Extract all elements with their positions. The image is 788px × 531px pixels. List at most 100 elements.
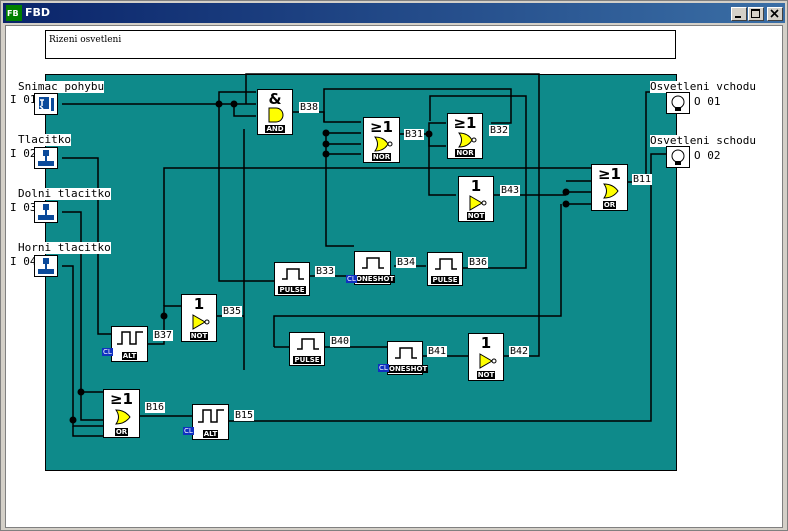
block-b37[interactable]: ALT	[111, 326, 148, 362]
input-i01[interactable]	[34, 93, 58, 115]
lamp-icon	[671, 95, 685, 111]
minimize-button[interactable]	[731, 7, 747, 21]
oneshot-icon	[362, 257, 384, 269]
block-label-b42: B42	[509, 346, 530, 357]
input-number-i02: I 02	[10, 147, 37, 160]
push-button-icon	[38, 204, 54, 220]
block-b34[interactable]: ONESHOT	[354, 251, 396, 285]
pulse-icon	[435, 258, 457, 270]
not-gate-icon	[192, 314, 210, 330]
or-gate-icon	[115, 409, 131, 425]
block-label-b40: B40	[330, 336, 351, 347]
output-q01[interactable]	[666, 92, 690, 114]
nor-gate-icon	[374, 136, 393, 152]
block-type: NOR	[371, 153, 392, 161]
output-q02[interactable]	[666, 146, 690, 168]
block-type: AND	[265, 125, 285, 133]
block-label-b31: B31	[404, 129, 425, 140]
input-label-i03: Dolni tlacitko	[18, 187, 111, 200]
block-type: PULSE	[293, 356, 321, 364]
block-label-b38: B38	[299, 102, 320, 113]
block-b33[interactable]: PULSE	[274, 262, 310, 296]
block-label-b36: B36	[468, 257, 489, 268]
block-label-b37: B37	[153, 330, 174, 341]
maximize-icon	[751, 9, 760, 18]
input-label-i01: Snimac pohybu	[18, 80, 105, 93]
input-i03[interactable]	[34, 201, 58, 223]
title-bar[interactable]: FB FBD	[3, 3, 785, 23]
cl-tag: CL	[102, 348, 113, 356]
block-b16[interactable]: ≥1 OR	[103, 389, 140, 438]
pulse-icon	[282, 268, 304, 280]
input-number-i04: I 04	[10, 255, 37, 268]
block-b40[interactable]: PULSE	[289, 332, 325, 366]
fbd-app-icon: FB	[6, 5, 22, 21]
not-symbol: 1	[480, 334, 492, 352]
maximize-button[interactable]	[748, 7, 764, 21]
nor-gate-icon	[458, 132, 477, 148]
input-i02[interactable]	[34, 147, 58, 169]
input-label-i04: Horni tlacitko	[18, 241, 111, 254]
block-b32[interactable]: ≥1 NOR	[447, 113, 483, 159]
lamp-icon	[671, 149, 685, 165]
nor-symbol: ≥1	[453, 114, 477, 132]
or-symbol: ≥1	[597, 165, 621, 183]
svg-text:FB: FB	[7, 9, 19, 18]
not-symbol: 1	[470, 177, 482, 195]
oneshot-icon	[395, 347, 417, 359]
block-b11[interactable]: ≥1 OR	[591, 164, 628, 211]
not-gate-icon	[469, 195, 487, 211]
block-type: NOT	[476, 371, 496, 379]
and-gate-icon	[268, 107, 284, 123]
block-label-b32: B32	[489, 125, 510, 136]
block-type: NOT	[466, 212, 486, 220]
input-number-i03: I 03	[10, 201, 37, 214]
block-b15[interactable]: ALT	[192, 404, 229, 440]
block-type: ONESHOT	[355, 275, 396, 283]
cl-tag: CL	[183, 427, 194, 435]
block-b38[interactable]: & AND	[257, 89, 293, 135]
block-type: NOR	[455, 149, 475, 157]
input-i04[interactable]	[34, 255, 58, 277]
block-b35[interactable]: 1 NOT	[181, 294, 217, 342]
motion-sensor-icon	[39, 97, 54, 111]
block-label-b16: B16	[145, 402, 166, 413]
block-type: ALT	[202, 430, 219, 438]
block-label-b33: B33	[315, 266, 336, 277]
and-symbol: &	[268, 90, 282, 108]
block-b41[interactable]: ONESHOT	[387, 341, 429, 375]
block-type: PULSE	[278, 286, 306, 294]
cl-tag: CL	[378, 364, 389, 372]
alt-icon	[198, 409, 224, 423]
alt-icon	[117, 331, 143, 345]
block-type: PULSE	[431, 276, 459, 284]
fbd-window: FB FBD Rizeni osvetleni Snimac pohybu I …	[0, 0, 788, 531]
close-icon	[770, 9, 779, 18]
or-gate-icon	[603, 183, 619, 199]
block-type: ONESHOT	[388, 365, 429, 373]
block-type: ALT	[121, 352, 138, 360]
block-label-b43: B43	[500, 185, 521, 196]
input-number-i01: I 01	[10, 93, 37, 106]
block-type: OR	[114, 428, 129, 436]
output-number-q02: O 02	[694, 149, 721, 162]
push-button-icon	[38, 258, 54, 274]
close-button[interactable]	[767, 7, 783, 21]
block-label-b15: B15	[234, 410, 255, 421]
not-symbol: 1	[193, 295, 205, 313]
block-label-b41: B41	[427, 346, 448, 357]
block-label-b34: B34	[396, 257, 417, 268]
not-gate-icon	[479, 353, 497, 369]
block-b42[interactable]: 1 NOT	[468, 333, 504, 381]
cl-tag: CL	[346, 275, 357, 283]
output-number-q01: O 01	[694, 95, 721, 108]
block-type: NOT	[189, 332, 209, 340]
block-b36[interactable]: PULSE	[427, 252, 463, 286]
input-label-i02: Tlacitko	[18, 133, 71, 146]
pulse-icon	[297, 338, 319, 350]
block-b31[interactable]: ≥1 NOR	[363, 117, 400, 163]
block-b43[interactable]: 1 NOT	[458, 176, 494, 222]
block-type: OR	[602, 201, 617, 209]
diagram-canvas[interactable]: Rizeni osvetleni Snimac pohybu I 01 Tlac…	[5, 25, 783, 528]
minimize-icon	[735, 16, 741, 18]
